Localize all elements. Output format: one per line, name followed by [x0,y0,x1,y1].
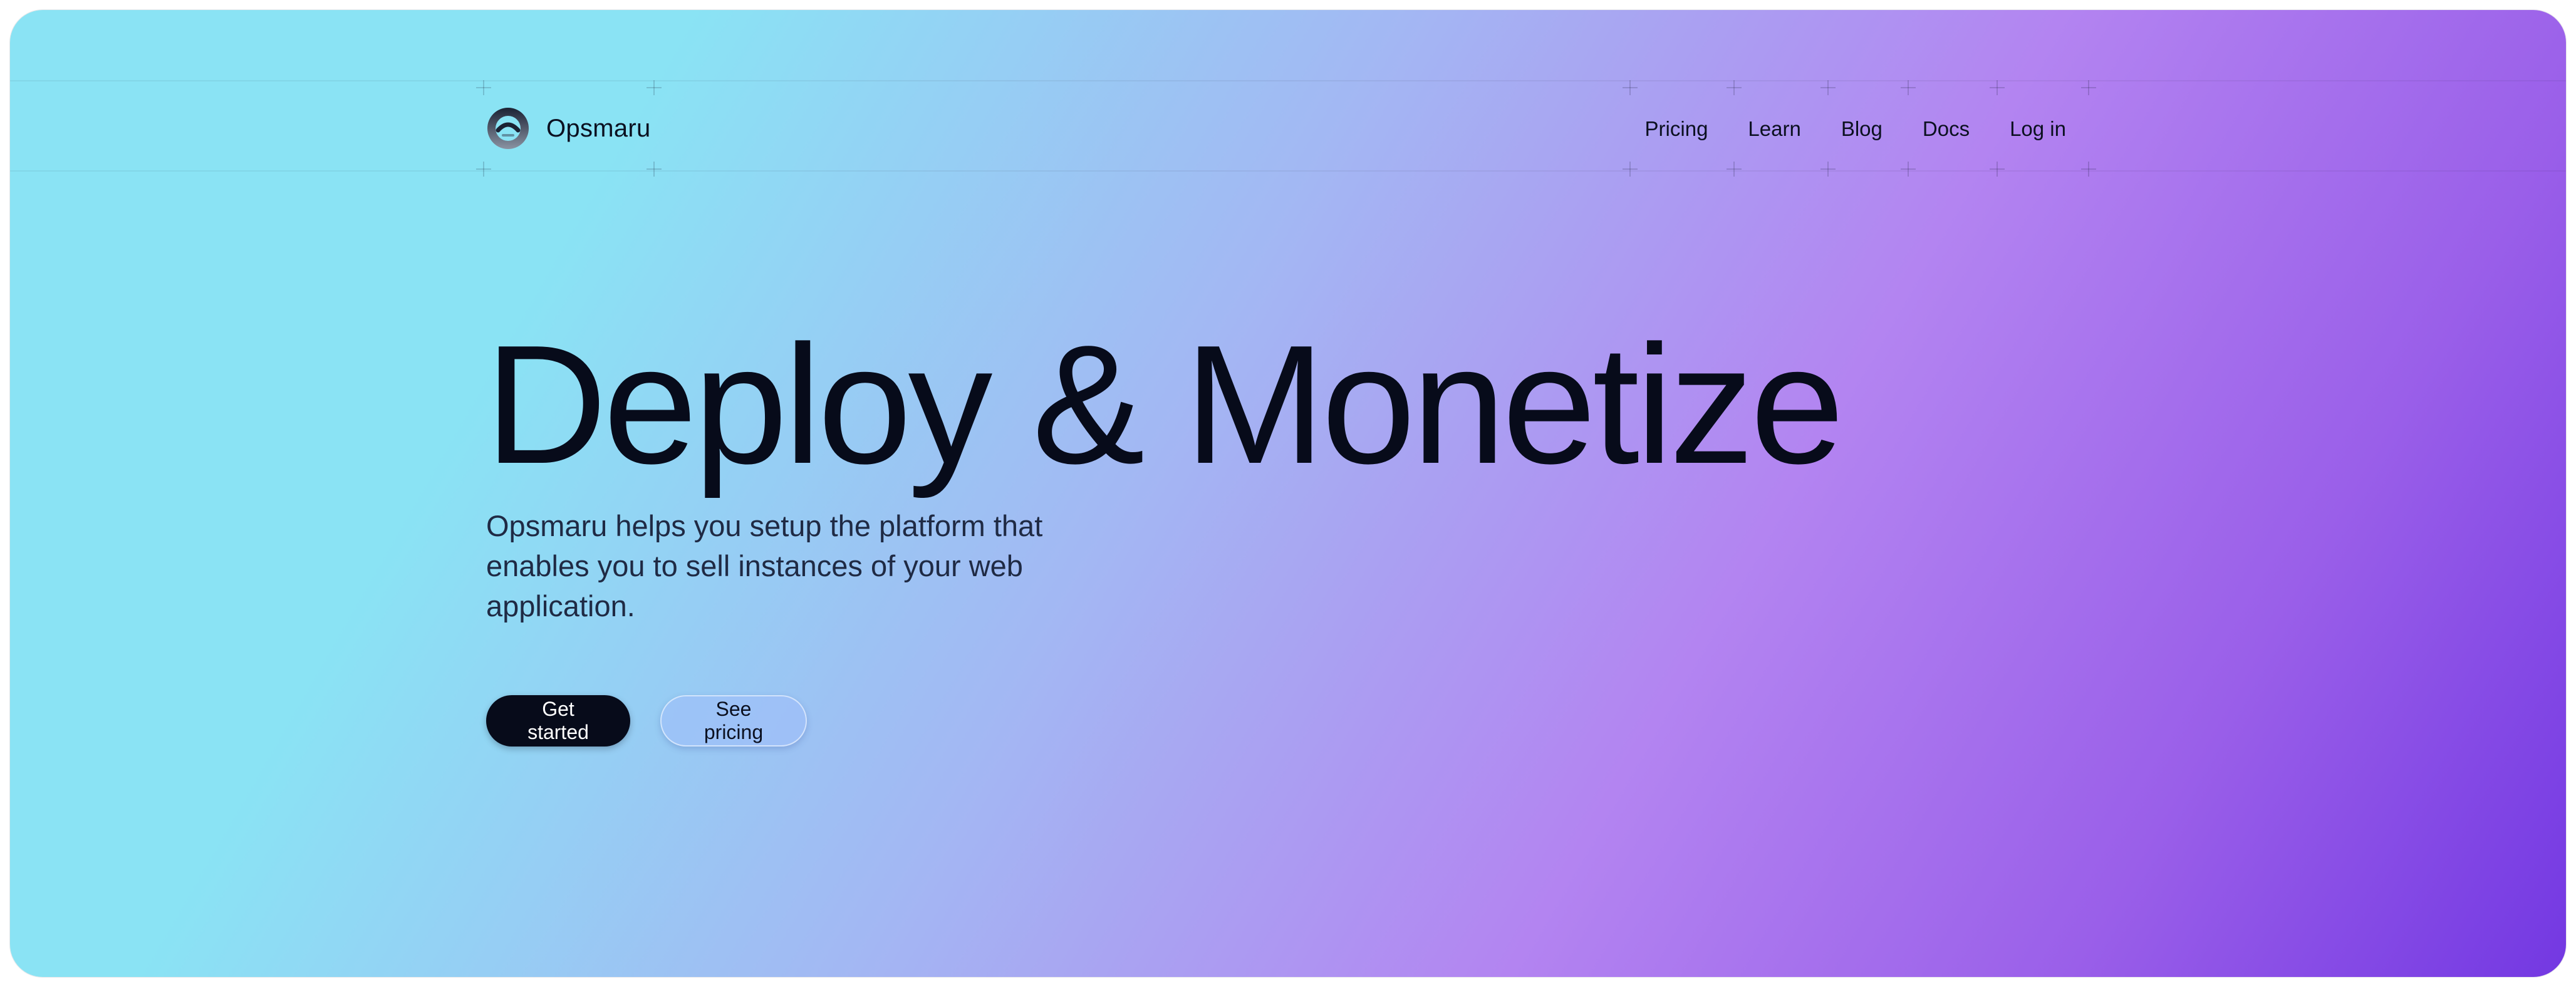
plus-marker-icon [1901,162,1916,177]
plus-marker-icon [476,162,491,177]
hero-title: Deploy & Monetize [485,311,1844,499]
plus-marker-icon [476,80,491,95]
plus-marker-icon [1727,80,1742,95]
nav-link-learn[interactable]: Learn [1748,117,1800,141]
plus-marker-icon [1820,80,1836,95]
nav-link-docs[interactable]: Docs [1923,117,1970,141]
plus-marker-icon [1990,80,2005,95]
nav-link-pricing[interactable]: Pricing [1645,117,1708,141]
nav-link-blog[interactable]: Blog [1841,117,1883,141]
top-nav: Pricing Learn Blog Docs Log in [1645,110,2066,148]
see-pricing-button[interactable]: See pricing [660,695,807,747]
plus-marker-icon [1901,80,1916,95]
hero-subtitle: Opsmaru helps you setup the platform tha… [486,509,1043,623]
brand-home-link[interactable]: Opsmaru [486,106,651,151]
grid-line-bottom [10,170,2566,172]
plus-marker-icon [1623,80,1638,95]
plus-marker-icon [647,80,662,95]
grid-line-top [10,80,2566,81]
hero-section: Opsmaru Pricing Learn Blog Docs Log in D… [10,10,2566,977]
plus-marker-icon [2081,80,2096,95]
plus-marker-icon [1820,162,1836,177]
nav-link-login[interactable]: Log in [2010,117,2066,141]
plus-marker-icon [1623,162,1638,177]
cta-group: Get started See pricing [486,695,807,747]
plus-marker-icon [2081,162,2096,177]
plus-marker-icon [1990,162,2005,177]
plus-marker-icon [647,162,662,177]
plus-marker-icon [1727,162,1742,177]
brand-name: Opsmaru [546,114,651,142]
opsmaru-logo-icon [487,108,529,149]
get-started-button[interactable]: Get started [486,695,630,747]
